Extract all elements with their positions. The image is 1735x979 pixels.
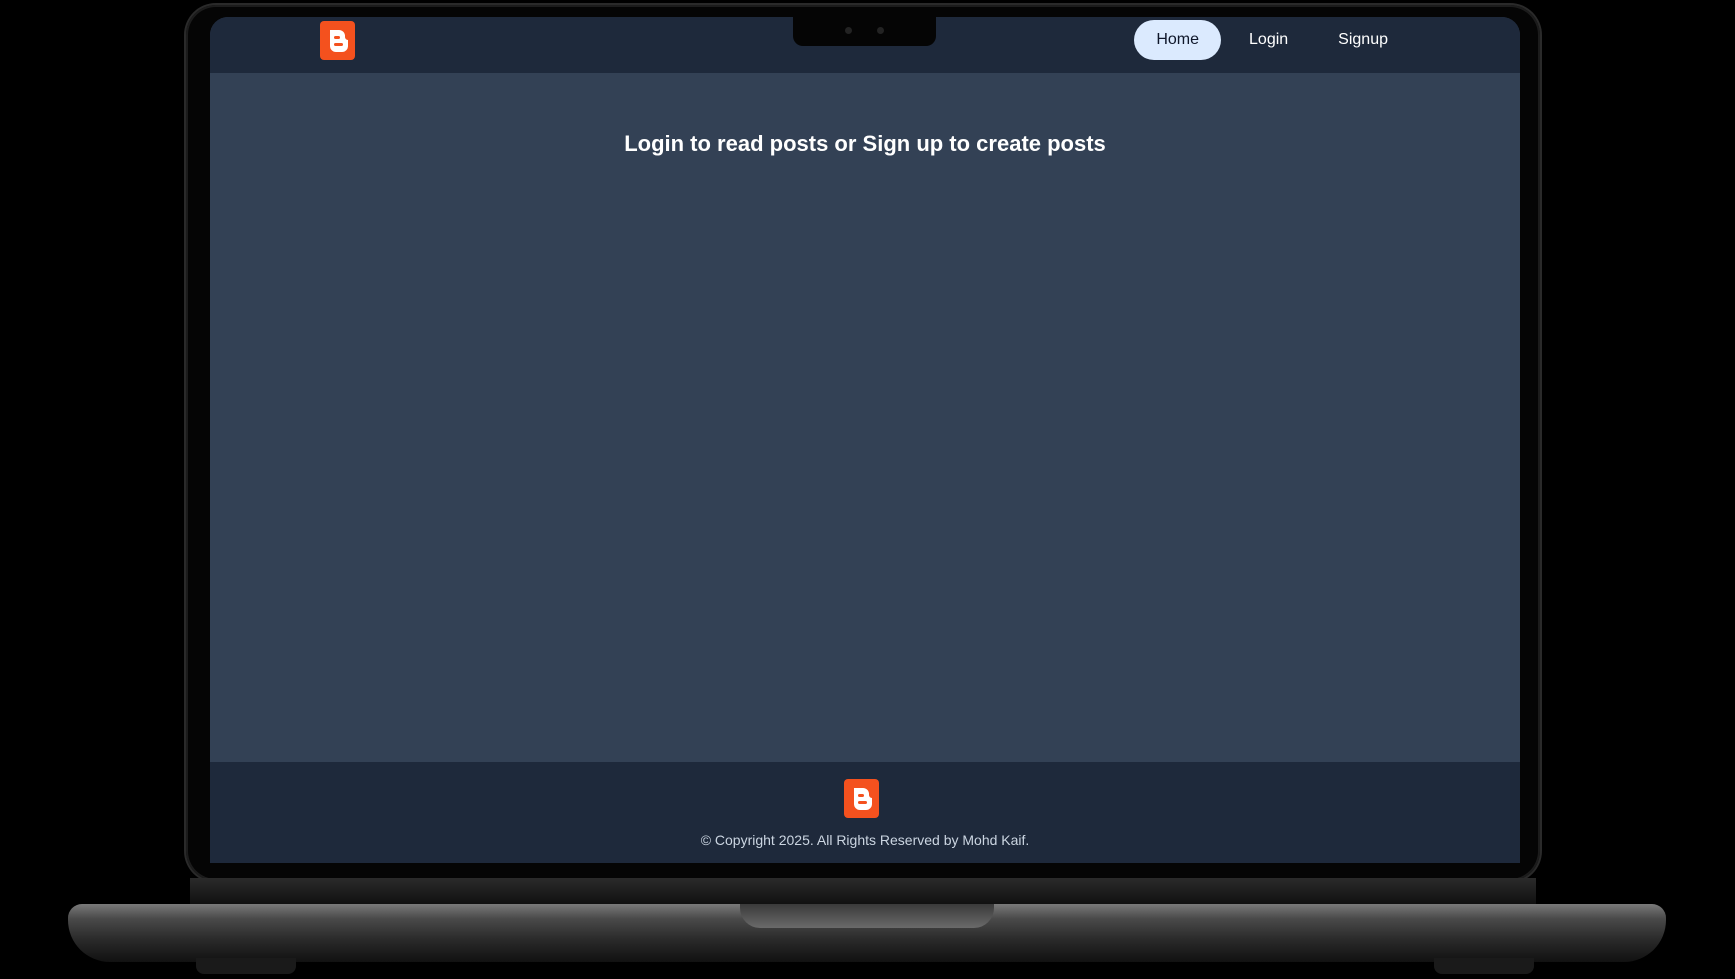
blogger-logo-icon[interactable] — [320, 21, 355, 60]
laptop-screen: Home Login Signup Login to read posts or… — [210, 17, 1520, 863]
main-message: Login to read posts or Sign up to create… — [624, 131, 1106, 156]
camera-dot — [845, 27, 852, 34]
footer-blogger-logo-icon[interactable] — [844, 779, 879, 818]
laptop-hinge — [190, 878, 1536, 904]
nav-links: Home Login Signup — [1134, 20, 1410, 60]
nav-home-link[interactable]: Home — [1134, 20, 1222, 60]
laptop-foot — [1434, 958, 1534, 974]
camera-notch — [793, 17, 936, 46]
nav-login-link[interactable]: Login — [1227, 20, 1310, 60]
footer: © Copyright 2025. All Rights Reserved by… — [210, 762, 1520, 863]
copyright-text: © Copyright 2025. All Rights Reserved by… — [700, 832, 1030, 848]
camera-dot — [877, 27, 884, 34]
laptop-foot — [196, 958, 296, 974]
laptop-lip — [740, 904, 994, 928]
nav-signup-link[interactable]: Signup — [1316, 20, 1410, 60]
